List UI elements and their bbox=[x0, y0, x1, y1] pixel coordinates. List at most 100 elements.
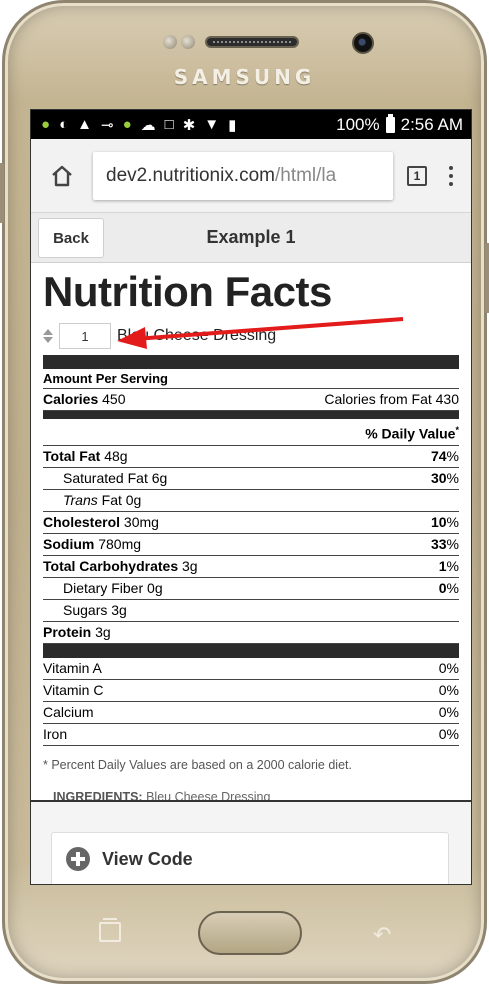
nutrient-name: Saturated Fat bbox=[63, 469, 148, 486]
plus-circle-icon bbox=[66, 847, 90, 871]
calories-value: 450 bbox=[102, 391, 126, 407]
vitamin-row: Calcium 0% bbox=[43, 702, 459, 724]
medium-divider bbox=[43, 411, 459, 419]
nutrient-name: Dietary Fiber bbox=[63, 579, 144, 596]
vitamin-daily-value: 0% bbox=[438, 725, 459, 742]
nutrient-daily-value: 0 bbox=[438, 579, 447, 596]
nutrient-row: Total Fat 48g 74% bbox=[43, 446, 459, 468]
view-code-label: View Code bbox=[102, 848, 193, 869]
nutrient-name: Sodium bbox=[43, 535, 95, 552]
url-host: dev2.nutritionix.com bbox=[106, 164, 275, 186]
wifi-icon: ▼ bbox=[204, 116, 220, 133]
tab-switcher-button[interactable]: 1 bbox=[407, 165, 427, 186]
device-brand: SAMSUNG bbox=[173, 65, 316, 89]
home-icon bbox=[52, 165, 72, 186]
earpiece-speaker bbox=[205, 36, 299, 48]
vitamin-row: Iron 0% bbox=[43, 724, 459, 746]
battery-percent: 100% bbox=[336, 114, 380, 134]
nutrient-name: Sugars bbox=[63, 601, 108, 618]
android-icon: ● bbox=[122, 116, 132, 133]
quantity-spinner[interactable] bbox=[43, 329, 53, 343]
nutrient-daily-value: 74 bbox=[430, 447, 447, 464]
view-code-button[interactable]: View Code bbox=[51, 832, 449, 884]
proximity-sensor bbox=[163, 35, 177, 49]
nutrition-facts-title: Nutrition Facts bbox=[43, 268, 332, 315]
nutrient-daily-value: 1 bbox=[438, 557, 447, 574]
signal-icon: ▮ bbox=[228, 116, 237, 134]
vitamin-daily-value: 0% bbox=[438, 703, 459, 720]
vitamin-name: Calcium bbox=[43, 703, 94, 720]
vitamin-row: Vitamin C 0% bbox=[43, 680, 459, 702]
data-saver-icon: ◐ bbox=[59, 116, 69, 133]
nutrient-row: Saturated Fat 6g 30% bbox=[43, 468, 459, 490]
thick-divider bbox=[43, 643, 459, 658]
serving-row: 1 Bleu Cheese Dressing bbox=[43, 317, 459, 351]
menu-dot-icon bbox=[449, 165, 453, 170]
back-button[interactable]: Back bbox=[38, 218, 104, 258]
nutrient-name: Protein bbox=[43, 623, 92, 640]
battery-icon bbox=[385, 113, 395, 133]
spinner-down-icon[interactable] bbox=[43, 337, 53, 343]
nutrient-list: Total Fat 48g 74% Saturated Fat 6g 30% Trans… bbox=[43, 446, 459, 644]
nutrient-amount: 48g bbox=[104, 447, 128, 464]
vitamin-daily-value: 0% bbox=[438, 681, 459, 698]
vitamin-name: Iron bbox=[43, 725, 68, 742]
menu-dot-icon bbox=[449, 181, 453, 186]
nutrient-daily-value: 33 bbox=[430, 535, 447, 552]
vitamin-daily-value: 0% bbox=[438, 659, 459, 676]
nutrient-name: Trans bbox=[63, 491, 98, 508]
spinner-up-icon[interactable] bbox=[43, 329, 53, 335]
nutrient-amount: 0g bbox=[147, 579, 163, 596]
nutrient-row: Sugars 3g bbox=[43, 600, 459, 622]
vitamin-name: Vitamin C bbox=[43, 681, 104, 698]
hardware-home-key[interactable] bbox=[198, 911, 302, 955]
daily-value-header: % Daily Value* bbox=[43, 419, 459, 446]
nutrient-amount: 3g bbox=[111, 601, 127, 618]
code-section: View Code bbox=[31, 802, 471, 884]
nutrient-row: Cholesterol 30mg 10% bbox=[43, 512, 459, 534]
volume-button bbox=[0, 163, 4, 223]
nutrient-amount: 780mg bbox=[98, 535, 142, 552]
nutrient-row: Protein 3g bbox=[43, 622, 459, 644]
nutrient-daily-value: 10 bbox=[430, 513, 447, 530]
nutrient-name: Total Carbohydrates bbox=[43, 557, 179, 574]
key-icon: ⊸ bbox=[100, 116, 114, 134]
bluetooth-icon: ✱ bbox=[182, 116, 196, 134]
status-bar: ● ◐ ▲ ⊸ ● ☁ □ ✱ ▼ ▮ 100% 2:56 AM bbox=[31, 110, 471, 139]
vitamin-list: Vitamin A 0% Vitamin C 0% Calcium 0% Iron 0% bbox=[43, 658, 459, 746]
recent-apps-key[interactable] bbox=[99, 918, 121, 942]
amount-per-serving: Amount Per Serving bbox=[43, 369, 459, 389]
nutrient-name: Total Fat bbox=[43, 447, 101, 464]
serving-quantity-input[interactable]: 1 bbox=[59, 323, 111, 349]
thick-divider bbox=[43, 355, 459, 369]
phone-frame: SAMSUNG ● ◐ ▲ ⊸ ● ☁ □ ✱ ▼ ▮ 100% 2:56 AM bbox=[0, 0, 489, 984]
nutrient-name: Cholesterol bbox=[43, 513, 121, 530]
home-button[interactable] bbox=[41, 155, 83, 197]
nutrient-daily-value: 30 bbox=[430, 469, 447, 486]
red-arrow-annotation bbox=[117, 317, 404, 349]
power-button bbox=[485, 243, 489, 313]
address-bar[interactable]: dev2.nutritionix.com/html/la bbox=[93, 151, 393, 200]
calories-label: Calories bbox=[43, 391, 99, 407]
screen: ● ◐ ▲ ⊸ ● ☁ □ ✱ ▼ ▮ 100% 2:56 AM dev2.nu… bbox=[30, 109, 472, 885]
calories-row: Calories 450 Calories from Fat 430 bbox=[43, 389, 459, 411]
overflow-menu-button[interactable] bbox=[449, 165, 453, 186]
cast-icon: □ bbox=[164, 116, 174, 133]
daily-value-footnote: * Percent Daily Values are based on a 20… bbox=[43, 757, 352, 772]
nutrient-amount: 3g bbox=[95, 623, 111, 640]
warning-icon: ▲ bbox=[77, 116, 92, 133]
cloud-icon: ☁ bbox=[140, 116, 156, 134]
page-header: Back Example 1 bbox=[31, 213, 471, 263]
light-sensor bbox=[181, 35, 195, 49]
nutrient-row: Total Carbohydrates 3g 1% bbox=[43, 556, 459, 578]
daily-value-label: % Daily Value bbox=[365, 425, 456, 442]
vitamin-row: Vitamin A 0% bbox=[43, 658, 459, 680]
vitamin-name: Vitamin A bbox=[43, 659, 102, 676]
nutrition-label: Nutrition Facts 1 Bleu Cheese Dressing A… bbox=[31, 263, 471, 804]
menu-dot-icon bbox=[449, 173, 453, 178]
nutrient-row: Sodium 780mg 33% bbox=[43, 534, 459, 556]
hardware-back-key[interactable]: ↶ bbox=[373, 922, 391, 948]
url-path: /html/la bbox=[274, 164, 337, 186]
nutrient-amount: 0g bbox=[125, 491, 142, 508]
android-icon: ● bbox=[41, 116, 51, 133]
